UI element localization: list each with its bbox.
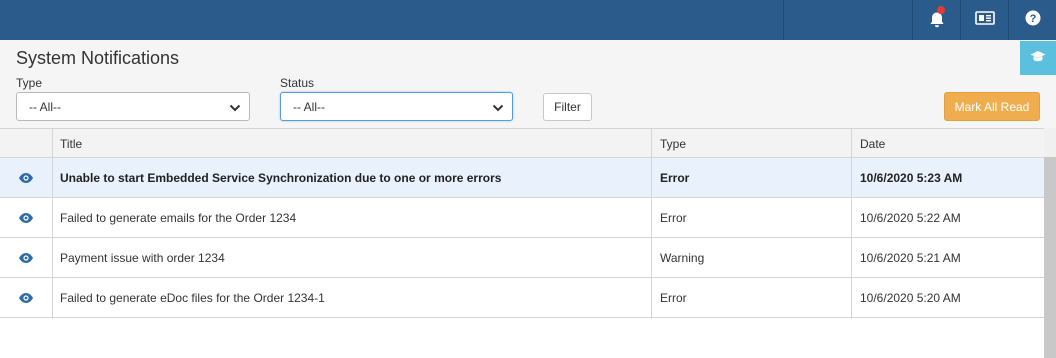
bell-icon <box>928 11 946 29</box>
column-divider <box>651 129 652 319</box>
row-type: Error <box>660 170 690 185</box>
top-navigation-bar: ? <box>0 0 1056 40</box>
row-title: Failed to generate emails for the Order … <box>60 210 297 225</box>
status-filter-value: -- All-- <box>293 99 325 114</box>
view-eye-icon[interactable] <box>18 251 34 269</box>
row-type: Error <box>660 210 687 225</box>
table-row[interactable]: Failed to generate emails for the Order … <box>0 198 1044 238</box>
table-row[interactable]: Unable to start Embedded Service Synchro… <box>0 158 1044 198</box>
profile-card-button[interactable] <box>961 0 1008 40</box>
status-filter-label: Status <box>280 76 315 90</box>
page-title: System Notifications <box>16 48 180 68</box>
scrollbar-thumb[interactable] <box>1044 157 1056 358</box>
toolbar-divider <box>783 0 784 40</box>
column-divider <box>52 129 53 319</box>
mark-all-read-button[interactable]: Mark All Read <box>944 92 1040 121</box>
svg-text:?: ? <box>1029 13 1036 25</box>
row-title: Payment issue with order 1234 <box>60 250 225 265</box>
row-type: Error <box>660 290 687 305</box>
notifications-table: Title Type Date Unable to start Embedded… <box>0 128 1044 319</box>
column-divider <box>851 129 852 319</box>
row-title: Failed to generate eDoc files for the Or… <box>60 290 325 305</box>
help-button[interactable]: ? <box>1009 0 1056 40</box>
row-date: 10/6/2020 5:20 AM <box>860 290 961 305</box>
graduation-cap-icon <box>1030 49 1046 68</box>
notifications-panel: System Notifications Type -- All-- Statu… <box>0 40 1056 358</box>
view-eye-icon[interactable] <box>18 291 34 309</box>
row-date: 10/6/2020 5:22 AM <box>860 210 961 225</box>
training-button[interactable] <box>1020 41 1056 75</box>
row-type: Warning <box>660 250 705 265</box>
table-row[interactable]: Payment issue with order 1234 Warning 10… <box>0 238 1044 278</box>
column-header-type[interactable]: Type <box>652 129 852 158</box>
row-date: 10/6/2020 5:21 AM <box>860 250 961 265</box>
row-title: Unable to start Embedded Service Synchro… <box>60 170 502 185</box>
column-header-date[interactable]: Date <box>852 129 1044 158</box>
table-row[interactable]: Failed to generate eDoc files for the Or… <box>0 278 1044 318</box>
chevron-down-icon <box>492 102 504 116</box>
notification-dot <box>937 6 945 14</box>
type-filter-select[interactable]: -- All-- <box>16 92 250 121</box>
view-eye-icon[interactable] <box>18 171 34 189</box>
view-eye-icon[interactable] <box>18 211 34 229</box>
table-header: Title Type Date <box>0 129 1044 158</box>
filter-button[interactable]: Filter <box>543 93 592 121</box>
column-header-title[interactable]: Title <box>52 129 652 158</box>
notifications-button[interactable] <box>913 0 960 40</box>
row-date: 10/6/2020 5:23 AM <box>860 170 963 185</box>
help-icon: ? <box>1025 10 1041 31</box>
type-filter-label: Type <box>16 76 43 90</box>
status-filter-select[interactable]: -- All-- <box>280 92 513 121</box>
type-filter-value: -- All-- <box>29 99 61 114</box>
chevron-down-icon <box>229 102 241 116</box>
id-card-icon <box>974 10 995 31</box>
